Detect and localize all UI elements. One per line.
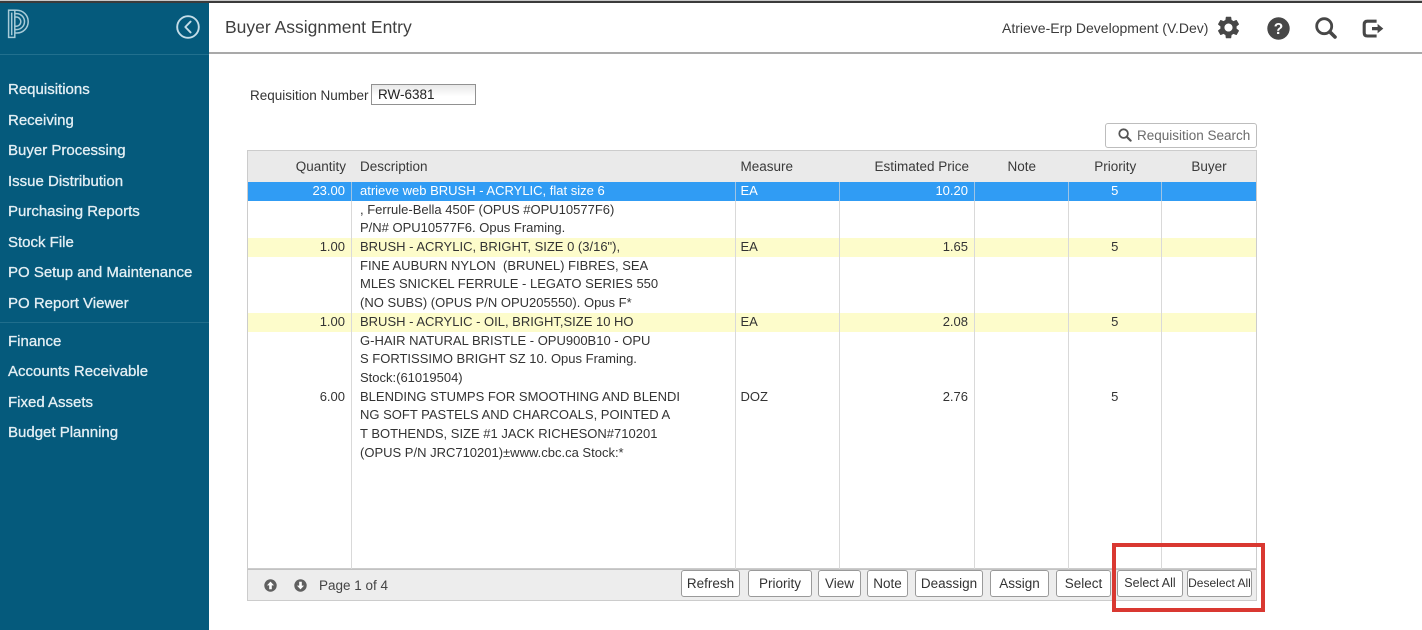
svg-text:?: ? [1274, 20, 1283, 37]
